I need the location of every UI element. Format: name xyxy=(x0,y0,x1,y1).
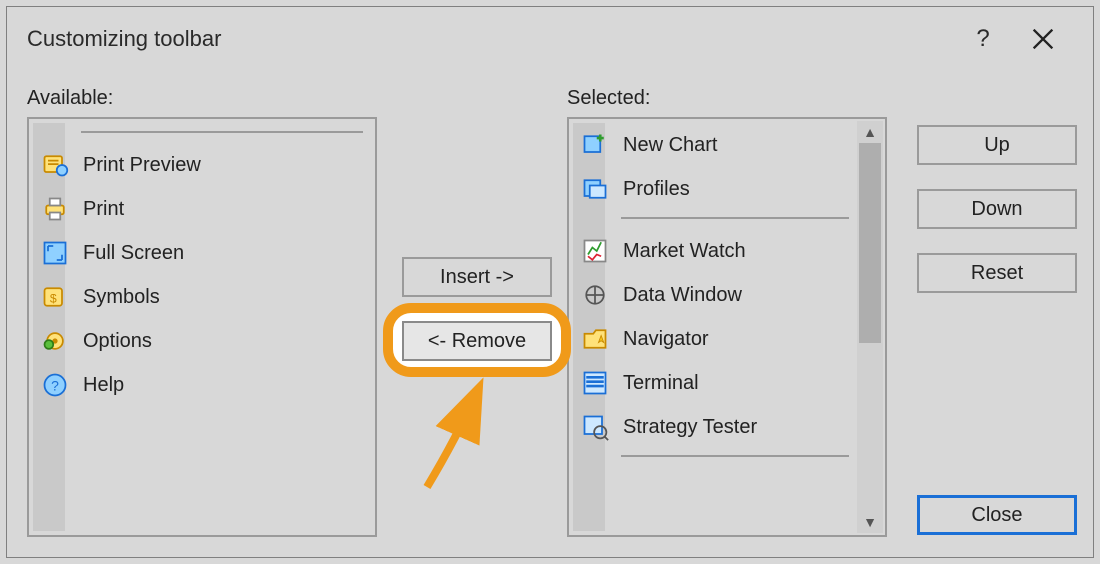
list-item[interactable]: Strategy Tester xyxy=(575,405,857,449)
navigator-icon xyxy=(575,323,615,355)
list-item-label: Options xyxy=(83,330,152,353)
reset-button[interactable]: Reset xyxy=(917,253,1077,293)
list-item-label: New Chart xyxy=(623,134,717,157)
scrollbar[interactable]: ▲ ▼ xyxy=(857,121,883,533)
options-icon xyxy=(35,325,75,357)
list-item-label: Terminal xyxy=(623,372,699,395)
print-icon xyxy=(35,193,75,225)
list-item[interactable]: Data Window xyxy=(575,273,857,317)
remove-button[interactable]: <- Remove xyxy=(402,321,552,361)
list-item[interactable]: ? Help xyxy=(35,363,371,407)
list-item-label: Symbols xyxy=(83,286,160,309)
list-item[interactable]: New Chart xyxy=(575,123,857,167)
list-item[interactable]: Print Preview xyxy=(35,143,371,187)
list-item[interactable]: Terminal xyxy=(575,361,857,405)
separator xyxy=(81,131,363,133)
scroll-down-arrow[interactable]: ▼ xyxy=(857,511,883,533)
terminal-icon xyxy=(575,367,615,399)
annotation-arrow xyxy=(407,377,527,497)
help-button[interactable]: ? xyxy=(953,9,1013,69)
list-item-label: Profiles xyxy=(623,178,690,201)
separator xyxy=(621,217,849,219)
list-item-label: Full Screen xyxy=(83,242,184,265)
data-window-icon xyxy=(581,281,609,309)
list-item[interactable]: Market Watch xyxy=(575,229,857,273)
list-item-label: Strategy Tester xyxy=(623,416,757,439)
scroll-thumb[interactable] xyxy=(859,143,881,343)
navigator-icon xyxy=(581,325,609,353)
list-item-label: Print xyxy=(83,198,124,221)
market-watch-icon xyxy=(581,237,609,265)
terminal-icon xyxy=(581,369,609,397)
new-chart-icon xyxy=(581,131,609,159)
window-title: Customizing toolbar xyxy=(27,26,221,52)
available-label: Available: xyxy=(27,87,113,110)
market-watch-icon xyxy=(575,235,615,267)
list-item-label: Navigator xyxy=(623,328,709,351)
print-preview-icon xyxy=(41,151,69,179)
list-item[interactable]: Profiles xyxy=(575,167,857,211)
svg-text:$: $ xyxy=(50,291,57,305)
profiles-icon xyxy=(581,175,609,203)
help-icon: ? xyxy=(35,369,75,401)
down-button[interactable]: Down xyxy=(917,189,1077,229)
list-item-label: Market Watch xyxy=(623,240,746,263)
profiles-icon xyxy=(575,173,615,205)
available-list-panel: Print Preview Print Full Screen $ Symbols Opt… xyxy=(27,117,377,537)
list-item[interactable]: $ Symbols xyxy=(35,275,371,319)
list-item[interactable]: Options xyxy=(35,319,371,363)
new-chart-icon xyxy=(575,129,615,161)
list-item-label: Data Window xyxy=(623,284,742,307)
fullscreen-icon xyxy=(35,237,75,269)
list-item[interactable]: Navigator xyxy=(575,317,857,361)
strategy-tester-icon xyxy=(581,413,609,441)
fullscreen-icon xyxy=(41,239,69,267)
strategy-tester-icon xyxy=(575,411,615,443)
options-icon xyxy=(41,327,69,355)
symbols-icon: $ xyxy=(41,283,69,311)
help-icon: ? xyxy=(41,371,69,399)
symbols-icon: $ xyxy=(35,281,75,313)
list-item-label: Help xyxy=(83,374,124,397)
list-item[interactable]: Full Screen xyxy=(35,231,371,275)
scroll-up-arrow[interactable]: ▲ xyxy=(857,121,883,143)
print-icon xyxy=(41,195,69,223)
list-item[interactable]: Print xyxy=(35,187,371,231)
data-window-icon xyxy=(575,279,615,311)
selected-list-panel: New Chart Profiles Market Watch Data Window… xyxy=(567,117,887,537)
close-window-button[interactable] xyxy=(1013,9,1073,69)
close-icon xyxy=(1029,25,1057,53)
close-button[interactable]: Close xyxy=(917,495,1077,535)
up-button[interactable]: Up xyxy=(917,125,1077,165)
separator xyxy=(621,455,849,457)
svg-text:?: ? xyxy=(51,377,59,393)
selected-label: Selected: xyxy=(567,87,650,110)
insert-button[interactable]: Insert -> xyxy=(402,257,552,297)
titlebar: Customizing toolbar ? xyxy=(7,7,1093,71)
list-item-label: Print Preview xyxy=(83,154,201,177)
print-preview-icon xyxy=(35,149,75,181)
